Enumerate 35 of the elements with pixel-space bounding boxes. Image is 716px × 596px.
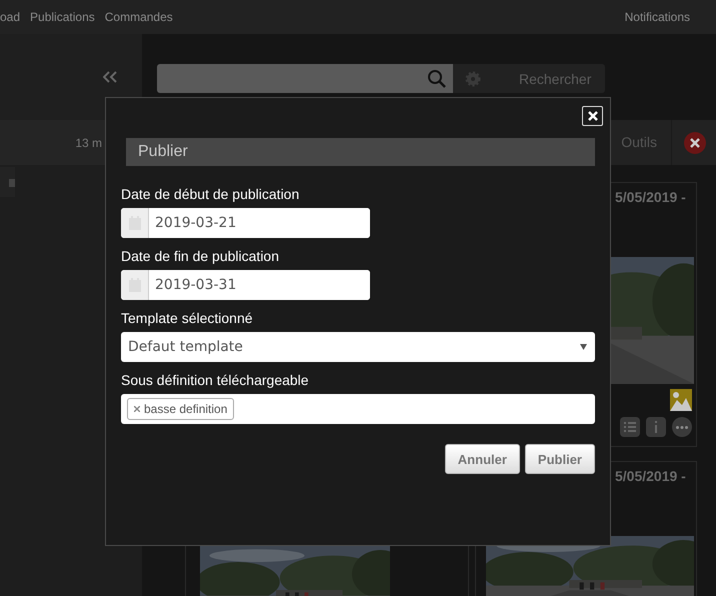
search-icon[interactable] [427, 68, 447, 88]
field-label: Template sélectionné [121, 310, 254, 326]
field-label: Date de fin de publication [121, 248, 280, 264]
remove-icon[interactable] [134, 406, 140, 412]
search-field[interactable] [157, 64, 453, 93]
tag-chip[interactable]: basse definition [127, 398, 234, 420]
more-button[interactable] [672, 417, 692, 437]
image-icon [670, 389, 692, 411]
close-button[interactable] [582, 106, 603, 126]
field-label: Date de début de publication [121, 186, 300, 202]
search-button[interactable]: Rechercher [453, 64, 605, 93]
close-icon [588, 111, 598, 121]
nav-link[interactable]: oad [0, 10, 20, 24]
info-icon [654, 421, 658, 433]
date-field[interactable]: 2019-03-31 [121, 270, 370, 300]
dialog-title: Publier [126, 138, 595, 166]
date-field[interactable]: 2019-03-21 [121, 208, 370, 238]
gear-icon [465, 70, 481, 86]
notifications-link[interactable]: Notifications [624, 10, 690, 24]
cancel-button[interactable]: Annuler [444, 444, 520, 474]
list-icon [624, 422, 636, 432]
list-button[interactable] [620, 417, 640, 437]
field-label: Sous définition téléchargeable [121, 372, 310, 388]
card-date: 5/05/2019 - [615, 189, 686, 205]
nav-link[interactable]: Commandes [104, 10, 173, 24]
collapse-icon[interactable] [103, 71, 117, 83]
template-select[interactable]: Defaut template [121, 332, 595, 362]
close-icon[interactable] [684, 132, 706, 154]
more-icon [676, 426, 688, 428]
sidebar-count: 13 m [75, 136, 102, 150]
publish-button[interactable]: Publier [524, 444, 595, 474]
nav-link[interactable]: Publications [30, 10, 95, 24]
card-date: 5/05/2019 - [615, 468, 686, 484]
tags-field[interactable]: basse definition [121, 394, 595, 424]
info-button[interactable] [646, 417, 666, 437]
